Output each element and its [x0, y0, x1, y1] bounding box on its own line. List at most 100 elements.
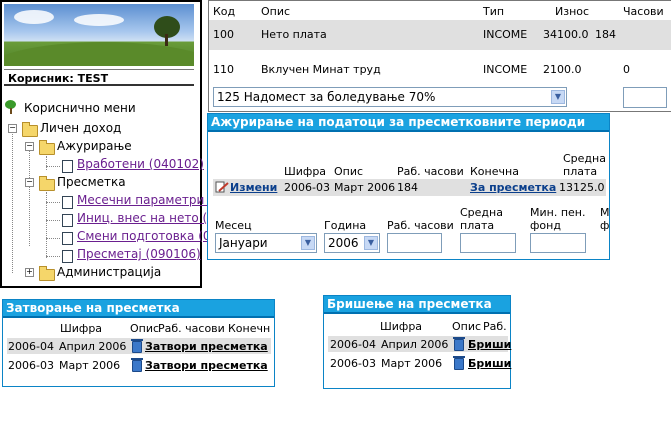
delete-link[interactable]: Бриши — [468, 338, 511, 351]
document-icon — [62, 196, 73, 209]
edit-link[interactable]: Измени — [230, 181, 277, 194]
folder-open-icon — [39, 176, 55, 191]
trash-icon — [131, 358, 143, 372]
folder-open-icon — [22, 122, 38, 137]
trash-icon — [453, 356, 465, 370]
tree-link-monthly-params[interactable]: Месечни параметри ( — [77, 193, 213, 207]
close-calculation-link[interactable]: Затвори пресметка — [145, 340, 268, 353]
tree-item-update[interactable]: Ажурирање — [57, 139, 132, 153]
row-description: Нето плата — [261, 28, 327, 41]
collapse-toggle[interactable]: − — [25, 178, 34, 187]
current-user-label: Корисник: TEST — [4, 69, 194, 86]
column-header-description: Опис — [130, 322, 160, 335]
tree-link-employees[interactable]: Вработени (040102) — [77, 157, 204, 171]
column-header-code: Шифра — [284, 165, 327, 178]
min-fund-label-line2: фонд — [530, 219, 561, 232]
document-icon — [62, 232, 73, 245]
month-select[interactable]: Јануари ▼ — [215, 233, 317, 253]
tree-link-calculate[interactable]: Пресметај (090106) — [77, 247, 201, 261]
panel-title: Затворање на пресметка — [3, 300, 274, 318]
tree-link-shift-prep[interactable]: Смени подготовка (0 — [77, 229, 211, 243]
document-icon — [62, 250, 73, 263]
tree-item-calculation[interactable]: Пресметка — [57, 175, 126, 189]
close-calculation-panel: Затворање на пресметка Шифра Опис Раб. ч… — [2, 299, 275, 387]
trash-icon — [453, 337, 465, 351]
row-description: Март 2006 — [59, 359, 121, 372]
collapse-toggle[interactable]: − — [8, 124, 17, 133]
hours-input[interactable] — [387, 233, 442, 253]
column-header-code: Шифра — [60, 322, 103, 335]
edit-pencil-icon — [215, 181, 229, 193]
column-header-final: Конечна — [470, 165, 519, 178]
income-type-select[interactable]: 125 Надомест за боледување 70% ▼ — [213, 87, 567, 107]
column-header-hours: Раб. — [483, 320, 507, 333]
chevron-down-icon: ▼ — [551, 90, 565, 104]
column-header-amount: Износ — [555, 5, 590, 18]
column-header-final: Конечн — [228, 322, 271, 335]
row-description: Април 2006 — [59, 340, 127, 353]
document-icon — [62, 214, 73, 227]
hours-label: Раб. часови — [387, 219, 454, 232]
avg-salary-label-line1: Средна — [460, 206, 503, 219]
income-items-table: Код Опис Тип Износ Часови 100 Нето плата… — [208, 0, 671, 112]
collapse-toggle[interactable]: − — [25, 142, 34, 151]
row-code: 2006-04 — [330, 338, 376, 351]
row-code: 2006-03 — [284, 181, 330, 194]
extra-label-line1: М — [600, 206, 610, 219]
row-code: 2006-03 — [8, 359, 54, 372]
document-icon — [62, 160, 73, 173]
chevron-down-icon: ▼ — [301, 236, 315, 250]
year-label: Година — [324, 219, 367, 232]
panel-title: Ажурирање на податоци за пресметковните … — [208, 114, 609, 132]
column-header-description: Опис — [261, 5, 291, 18]
tree-item-administration[interactable]: Администрација — [57, 265, 161, 279]
row-code: 110 — [213, 63, 234, 76]
left-navigation-panel: Корисник: TEST Кориснично мени − Личен д… — [0, 0, 213, 288]
column-header-description: Опис — [452, 320, 482, 333]
menu-title: Кориснично мени — [24, 101, 136, 115]
folder-icon — [39, 266, 55, 281]
delete-link[interactable]: Бриши — [468, 357, 511, 370]
row-amount: 2100.0 — [543, 63, 582, 76]
row-amount: 34100.0 — [543, 28, 589, 41]
extra-label-line2: ф — [600, 219, 610, 232]
column-header-description: Опис — [334, 165, 364, 178]
row-description: Март 2006 — [334, 181, 396, 194]
column-header-code: Шифра — [380, 320, 423, 333]
column-header-code: Код — [213, 5, 236, 18]
close-calculation-link[interactable]: Затвори пресметка — [145, 359, 268, 372]
row-code: 2006-03 — [330, 357, 376, 370]
min-fund-label-line1: Мин. пен. — [530, 206, 586, 219]
min-fund-input[interactable] — [530, 233, 586, 253]
row-hours: 184 — [397, 181, 418, 194]
row-description: Април 2006 — [381, 338, 449, 351]
avg-salary-input[interactable] — [460, 233, 516, 253]
update-periods-panel: Ажурирање на податоци за пресметковните … — [207, 113, 610, 260]
folder-open-icon — [39, 140, 55, 155]
header-landscape-image — [4, 4, 194, 66]
row-average-salary: 13125.0 — [559, 181, 605, 194]
panel-title: Бришење на пресметка — [324, 296, 510, 314]
hours-input[interactable] — [623, 87, 667, 108]
trash-icon — [131, 339, 143, 353]
tree-link-init-net[interactable]: Иниц. внес на нето ( — [77, 211, 207, 225]
column-header-hours: Часови — [623, 5, 664, 18]
tree-item-personal-income[interactable]: Личен доход — [40, 121, 121, 135]
row-hours: 184 — [595, 28, 616, 41]
row-description: Вклучен Минат труд — [261, 63, 381, 76]
row-description: Март 2006 — [381, 357, 443, 370]
row-code: 100 — [213, 28, 234, 41]
delete-calculation-panel: Бришење на пресметка Шифра Опис Раб. 200… — [323, 295, 511, 389]
row-hours: 0 — [623, 63, 630, 76]
chevron-down-icon: ▼ — [364, 236, 378, 250]
row-code: 2006-04 — [8, 340, 54, 353]
column-header-hours: Раб. часови — [158, 322, 225, 335]
column-header-avg-line1: Средна — [563, 152, 606, 165]
column-header-type: Тип — [483, 5, 505, 18]
year-select[interactable]: 2006 ▼ — [324, 233, 380, 253]
month-label: Месец — [215, 219, 252, 232]
avg-salary-label-line2: плата — [460, 219, 495, 232]
column-header-avg-line2: плата — [563, 165, 598, 178]
for-calculation-link[interactable]: За пресметка — [470, 181, 556, 194]
expand-toggle[interactable]: + — [25, 268, 34, 277]
